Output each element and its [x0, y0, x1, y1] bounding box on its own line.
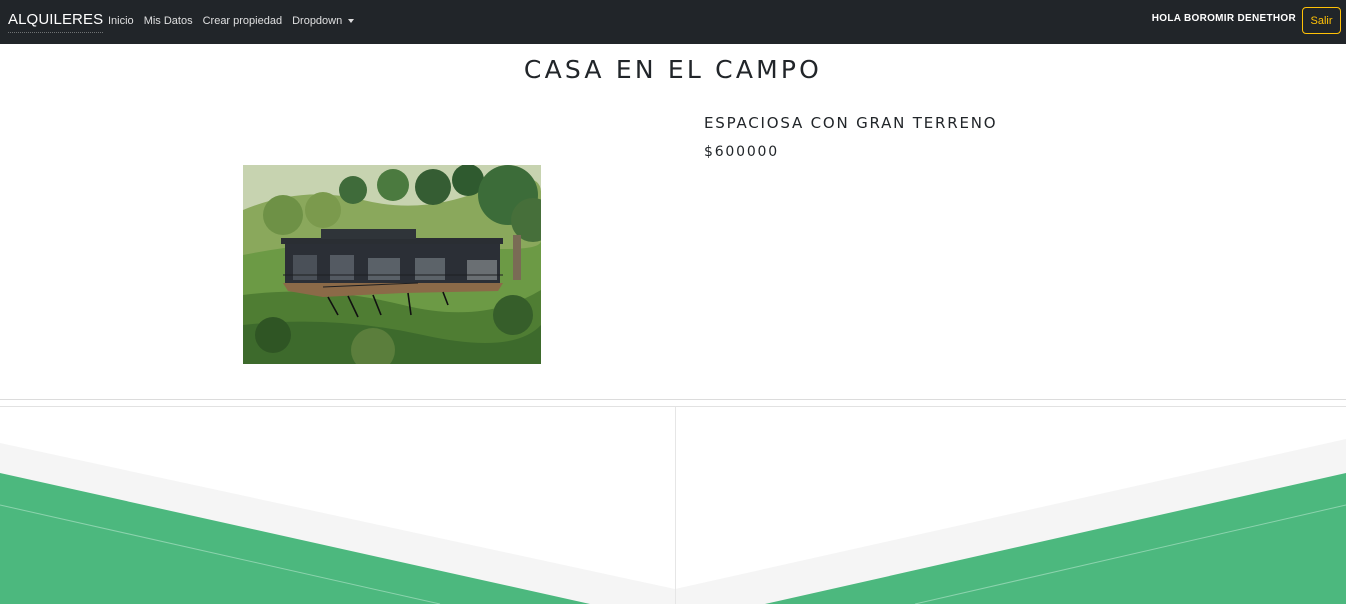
- nav-link-mis-datos[interactable]: Mis Datos: [144, 15, 193, 27]
- logout-button[interactable]: Salir: [1302, 7, 1341, 34]
- dropdown-label: Dropdown: [292, 15, 343, 27]
- property-subtitle: ESPACIOSA CON GRAN TERRENO: [704, 114, 998, 132]
- user-greeting: HOLA BOROMIR DENETHOR: [1151, 13, 1296, 24]
- page-title: CASA EN EL CAMPO: [523, 55, 823, 84]
- property-photo: [243, 165, 541, 364]
- brand-link[interactable]: ALQUILERES: [8, 11, 104, 33]
- nav-dropdown[interactable]: Dropdown: [292, 15, 355, 27]
- divider: [0, 399, 1346, 400]
- footer-decoration: [0, 407, 1346, 604]
- navbar: ALQUILERES Inicio Mis Datos Crear propie…: [0, 0, 1346, 44]
- property-price: $600000: [704, 144, 779, 160]
- nav-link-inicio[interactable]: Inicio: [108, 15, 134, 27]
- caret-down-icon: [348, 19, 355, 23]
- nav-link-crear-propiedad[interactable]: Crear propiedad: [203, 15, 283, 27]
- nav-links: Inicio Mis Datos Crear propiedad Dropdow…: [108, 15, 355, 27]
